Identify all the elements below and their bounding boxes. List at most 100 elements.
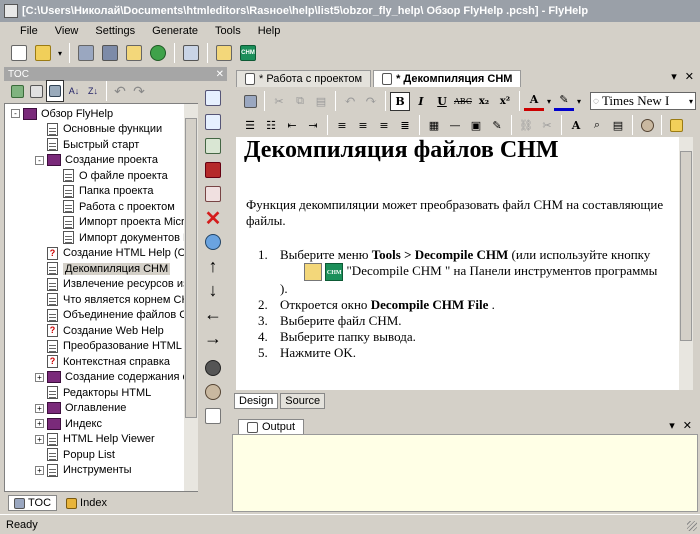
toc-redo-button[interactable]: ↷ (130, 80, 148, 102)
toc-tree-item[interactable]: ? Создание HTML Help (CH (35, 246, 194, 261)
menu-view[interactable]: View (49, 25, 90, 37)
toc-add-child-button[interactable] (27, 80, 45, 102)
move-right-button[interactable]: → (203, 328, 223, 348)
highlight-button[interactable]: ✎ (554, 92, 574, 111)
toc-scrollbar[interactable] (184, 104, 198, 491)
font-color-button[interactable]: A (524, 92, 544, 111)
expand-icon[interactable]: + (35, 434, 44, 444)
save-button[interactable] (75, 42, 97, 64)
decompile-chm-button[interactable]: CHM (237, 42, 259, 64)
toc-tree-item[interactable]: Объединение файлов CH (35, 308, 195, 323)
move-up-button[interactable]: ↑ (203, 256, 223, 276)
expand-icon[interactable]: + (35, 372, 44, 382)
italic-button[interactable]: I (411, 92, 431, 111)
bulleted-list-button[interactable]: ☰ (240, 116, 260, 135)
font-color-dropdown[interactable]: ▾ (545, 92, 553, 111)
toc-view-button[interactable] (46, 80, 64, 102)
table-button[interactable]: ▦ (424, 116, 444, 135)
add-topic-button[interactable] (203, 88, 223, 108)
preview-button[interactable] (203, 382, 223, 402)
toc-tree-item[interactable]: Декомпиляция CHM (35, 261, 171, 276)
menu-tools[interactable]: Tools (209, 25, 252, 37)
toc-tree-item[interactable]: Импорт документов M (51, 230, 192, 245)
strikethrough-button[interactable]: ABC (453, 92, 473, 111)
toc-tree-item[interactable]: - Создание проекта (35, 153, 158, 168)
tab-source[interactable]: Source (280, 393, 326, 409)
unlink-button[interactable]: ✂ (537, 116, 557, 135)
link-button[interactable]: ⛓ (516, 116, 536, 135)
notes-button[interactable] (203, 406, 223, 426)
toc-tree-item[interactable]: - Обзор FlyHelp (11, 106, 113, 121)
tab-dekompilyaciya-chm[interactable]: * Декомпиляция CHM (373, 70, 522, 87)
tab-output[interactable]: Output (238, 419, 305, 434)
underline-button[interactable]: U (432, 92, 452, 111)
help-compile-button[interactable] (213, 42, 235, 64)
align-right-button[interactable]: ≡ (374, 116, 394, 135)
tab-list-arrow-icon[interactable]: ▾ (671, 70, 677, 83)
tab-index[interactable]: Index (61, 496, 112, 510)
find-replace-button[interactable]: ⌕ (587, 116, 607, 135)
output-close-icon[interactable]: ✕ (683, 419, 692, 432)
toc-tree-item[interactable]: Popup List (35, 447, 115, 462)
move-left-button[interactable]: ← (203, 304, 223, 324)
toc-scroll-thumb[interactable] (185, 118, 197, 418)
toc-tree-item[interactable]: Основные функции (35, 122, 162, 137)
toc-panel-close[interactable]: ✕ (216, 69, 227, 80)
snippet-button[interactable] (666, 116, 686, 135)
highlight-dropdown[interactable]: ▾ (575, 92, 583, 111)
output-menu-arrow-icon[interactable]: ▾ (669, 419, 675, 432)
toc-tree-item[interactable]: Папка проекта (51, 184, 154, 199)
font-select[interactable]: ◌ Times New I ▾ (590, 92, 696, 110)
move-down-button[interactable]: ↓ (203, 280, 223, 300)
toc-add-item-button[interactable] (8, 80, 26, 102)
menu-help[interactable]: Help (252, 25, 292, 37)
expand-icon[interactable]: + (35, 403, 44, 413)
delete-button[interactable]: ✕ (203, 208, 223, 230)
numbered-list-button[interactable]: ☷ (261, 116, 281, 135)
editor-scroll-thumb[interactable] (680, 151, 692, 341)
toc-tree-item[interactable]: + Инструменты (35, 463, 132, 478)
insert-image-button[interactable]: ▣ (466, 116, 486, 135)
outdent-button[interactable]: ⇤ (282, 116, 302, 135)
page-properties-button[interactable] (203, 184, 223, 204)
toc-tree-item[interactable]: ? Создание Web Help (35, 323, 164, 338)
tab-toc[interactable]: TOC (8, 495, 58, 511)
refresh-button[interactable] (203, 232, 223, 252)
editor-scrollbar[interactable] (679, 137, 693, 390)
expand-icon[interactable]: + (35, 419, 44, 428)
menu-file[interactable]: File (14, 25, 49, 37)
toc-tree-item[interactable]: Редакторы HTML (35, 385, 151, 400)
editor-canvas[interactable]: Декомпиляция файлов CHM Функция декомпил… (236, 137, 679, 390)
redo-button[interactable]: ↷ (361, 92, 381, 111)
toc-tree-item[interactable]: + Индекс (35, 416, 102, 431)
spell-check-button[interactable]: ▤ (608, 116, 628, 135)
open-book-button[interactable] (203, 160, 223, 180)
subscript-button[interactable]: x₂ (474, 92, 494, 111)
toc-tree-item[interactable]: Быстрый старт (35, 137, 139, 152)
toc-tree-item[interactable]: Преобразование HTML H (35, 339, 192, 354)
expand-icon[interactable]: + (35, 465, 44, 475)
indent-button[interactable]: ⇥ (303, 116, 323, 135)
open-dropdown[interactable]: ▾ (56, 42, 64, 64)
toc-tree-item[interactable]: + Создание содержания сп (35, 370, 194, 385)
toc-tree-item[interactable]: Импорт проекта Micro (51, 215, 191, 230)
toc-tree-item[interactable]: О файле проекта (51, 168, 168, 183)
compile-button[interactable] (123, 42, 145, 64)
edit-image-button[interactable]: ✎ (487, 116, 507, 135)
align-center-button[interactable]: ≡ (353, 116, 373, 135)
toc-tree-item[interactable]: + HTML Help Viewer (35, 432, 155, 447)
menu-generate[interactable]: Generate (146, 25, 209, 37)
import-button[interactable] (180, 42, 202, 64)
resize-grip[interactable] (687, 521, 697, 531)
sort-ascending-button[interactable]: A↓ (65, 80, 83, 102)
undo-button[interactable]: ↶ (340, 92, 360, 111)
new-file-button[interactable] (8, 42, 30, 64)
collapse-icon[interactable]: - (11, 109, 20, 118)
tab-design[interactable]: Design (234, 393, 279, 409)
toc-undo-button[interactable]: ↶ (111, 80, 129, 102)
add-page-button[interactable] (203, 112, 223, 132)
close-tab-icon[interactable]: ✕ (685, 70, 694, 83)
output-pane[interactable] (232, 434, 698, 512)
align-left-button[interactable]: ≡ (332, 116, 352, 135)
find-button[interactable]: A (566, 116, 586, 135)
